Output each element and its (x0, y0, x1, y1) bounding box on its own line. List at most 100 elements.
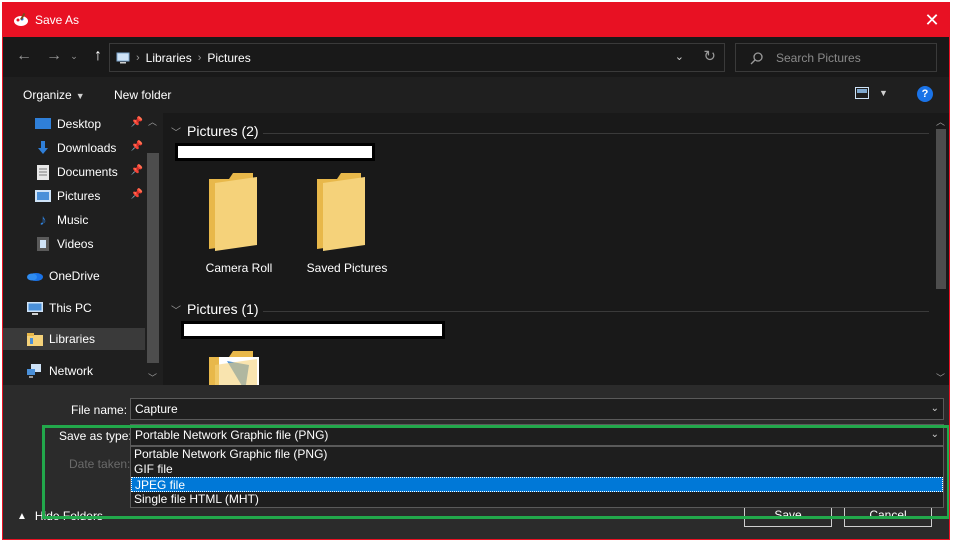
folder-label: Camera Roll (205, 261, 273, 275)
sidebar-item-this-pc[interactable]: This PC (3, 297, 145, 319)
folder-camera-roll[interactable]: Camera Roll (179, 173, 279, 293)
close-icon: ✕ (924, 9, 940, 30)
scroll-up-icon[interactable]: ︿ (148, 115, 157, 128)
sidebar-item-label: OneDrive (49, 269, 100, 283)
scroll-down-icon[interactable]: ﹀ (936, 371, 945, 384)
pictures-icon (35, 188, 51, 204)
view-icon (855, 87, 869, 99)
pin-icon: 📌 (130, 141, 143, 152)
sidebar-item-documents[interactable]: Documents 📌 (3, 161, 145, 183)
breadcrumb-pictures[interactable]: Pictures (207, 51, 250, 65)
document-icon (35, 164, 51, 180)
arrow-right-icon: → (46, 47, 62, 64)
new-folder-button[interactable]: New folder (114, 88, 171, 102)
organize-label: Organize (23, 88, 72, 102)
paint-app-icon (14, 12, 28, 26)
library-icon (27, 331, 43, 347)
sidebar-item-label: Documents (57, 165, 118, 179)
file-name-label: File name: (71, 403, 128, 417)
chevron-down-icon: ﹀ (171, 127, 181, 139)
sidebar-item-desktop[interactable]: Desktop 📌 (3, 113, 145, 135)
file-list-pane: ﹀ Pictures (2) Camera Roll Saved Picture… (163, 113, 949, 385)
search-input[interactable] (776, 50, 936, 65)
group-divider (263, 133, 929, 134)
search-icon (750, 51, 763, 64)
scroll-down-icon[interactable]: ﹀ (148, 371, 157, 384)
download-icon (35, 140, 51, 156)
cloud-icon (27, 268, 43, 284)
breadcrumb-libraries[interactable]: Libraries (146, 51, 192, 65)
computer-icon (116, 52, 130, 63)
sidebar-item-label: Music (57, 213, 89, 227)
sidebar-item-label: Pictures (57, 189, 101, 203)
group-header-pictures-1[interactable]: ﹀ Pictures (1) (171, 301, 259, 317)
caret-up-icon: ▲ (17, 510, 27, 522)
folder-saved-pictures[interactable]: Saved Pictures (287, 173, 387, 293)
arrow-left-icon: ← (16, 47, 32, 64)
sidebar-item-network[interactable]: Network (3, 360, 145, 382)
breadcrumb-separator-icon: › (136, 51, 140, 64)
sidebar-item-label: Libraries (49, 332, 96, 346)
title-bar: Save As ✕ (3, 3, 949, 37)
computer-icon (27, 300, 43, 316)
file-list-scrollbar[interactable]: ︿ ﹀ (933, 113, 949, 385)
sidebar-item-videos[interactable]: Videos (3, 233, 145, 255)
sidebar-item-label: Downloads (57, 141, 117, 155)
back-button[interactable]: ← (13, 45, 35, 67)
help-button[interactable]: ? (917, 86, 933, 102)
sidebar-item-label: Network (49, 364, 94, 378)
folder-icon (209, 173, 257, 251)
chevron-down-icon: ﹀ (171, 305, 181, 317)
recent-locations-button[interactable]: ⌄ (67, 45, 81, 67)
close-button[interactable]: ✕ (915, 3, 949, 37)
address-dropdown-icon[interactable]: ⌄ (675, 50, 684, 63)
command-bar: Organize ▼ New folder ▼ ? (3, 77, 949, 113)
folder-icon (209, 351, 259, 385)
sidebar-item-downloads[interactable]: Downloads 📌 (3, 137, 145, 159)
refresh-icon[interactable]: ↻ (703, 47, 716, 65)
folder-icon (317, 173, 365, 251)
file-name-value: Capture (135, 402, 178, 416)
up-button[interactable]: ↑ (87, 45, 109, 67)
change-view-button[interactable]: ▼ (855, 87, 888, 99)
save-form: File name: Capture ⌄ Save as type: Porta… (3, 385, 949, 539)
forward-button[interactable]: → (43, 45, 65, 67)
video-icon (35, 236, 51, 252)
redaction-bar (181, 321, 445, 339)
pin-icon: 📌 (130, 117, 143, 128)
group-title: Pictures (1) (187, 301, 259, 317)
group-header-pictures-2[interactable]: ﹀ Pictures (2) (171, 123, 259, 139)
sidebar-item-label: Videos (57, 237, 94, 251)
scrollbar-thumb[interactable] (147, 153, 159, 363)
navigation-pane: Desktop 📌 Downloads 📌 Documents 📌 Pictur… (3, 113, 161, 385)
sidebar-item-libraries[interactable]: Libraries (3, 328, 145, 350)
save-as-dialog: Save As ✕ ← → ⌄ ↑ › Libraries › Pictures… (2, 2, 950, 540)
group-title: Pictures (2) (187, 123, 259, 139)
sidebar-item-label: This PC (49, 301, 92, 315)
sidebar-item-pictures[interactable]: Pictures 📌 (3, 185, 145, 207)
navigation-bar: ← → ⌄ ↑ › Libraries › Pictures ⌄ ↻ (3, 37, 949, 77)
caret-down-icon: ▼ (75, 91, 85, 101)
window-title: Save As (35, 13, 80, 27)
scrollbar-thumb[interactable] (936, 129, 946, 289)
group-divider (263, 311, 929, 312)
arrow-up-icon: ↑ (94, 47, 102, 64)
sidebar-scrollbar[interactable]: ︿ ﹀ (145, 113, 161, 385)
desktop-icon (35, 116, 51, 132)
organize-button[interactable]: Organize ▼ (23, 88, 85, 102)
help-icon: ? (921, 88, 929, 100)
caret-down-icon: ▼ (879, 88, 888, 98)
address-bar[interactable]: › Libraries › Pictures ⌄ ↻ (109, 43, 725, 72)
folder-partial[interactable] (179, 351, 279, 385)
redaction-bar (175, 143, 375, 161)
pin-icon: 📌 (130, 189, 143, 200)
chevron-down-icon[interactable]: ⌄ (931, 403, 939, 414)
new-folder-label: New folder (114, 88, 172, 102)
scroll-up-icon[interactable]: ︿ (936, 115, 945, 128)
sidebar-item-onedrive[interactable]: OneDrive (3, 265, 145, 287)
file-name-field[interactable]: Capture ⌄ (130, 398, 944, 420)
network-icon (27, 363, 43, 379)
sidebar-item-music[interactable]: ♪ Music (3, 209, 145, 231)
pin-icon: 📌 (130, 165, 143, 176)
search-box[interactable] (735, 43, 937, 72)
